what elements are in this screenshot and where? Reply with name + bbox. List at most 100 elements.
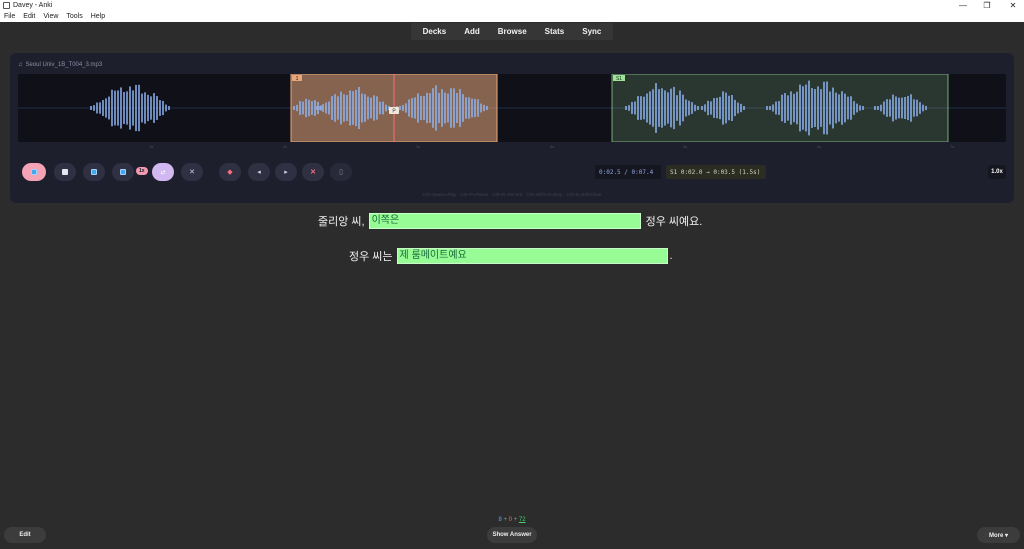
- waveform-bar: [832, 87, 834, 129]
- waveform-svg[interactable]: P 1 S1: [18, 74, 1006, 142]
- toolbar-sync[interactable]: Sync: [574, 27, 609, 36]
- minimize-button[interactable]: —: [954, 0, 972, 11]
- waveform-bar: [471, 98, 473, 118]
- waveform-bar: [305, 98, 307, 118]
- waveform-bar: [486, 106, 488, 110]
- compare-button[interactable]: ⇄: [152, 163, 174, 181]
- waveform-bar: [150, 96, 152, 120]
- card-line-2: 정우 씨는 제 룸메이트예요 .: [349, 248, 673, 264]
- eraser-button[interactable]: ◆: [219, 163, 241, 181]
- menu-view[interactable]: View: [43, 13, 58, 20]
- record-button[interactable]: [112, 163, 134, 181]
- line1-after: 정우 씨예요.: [645, 216, 703, 228]
- waveform-bar: [634, 101, 636, 115]
- maximize-button[interactable]: ❐: [978, 0, 996, 11]
- waveform-bar: [643, 96, 645, 120]
- waveform-bar: [355, 89, 357, 127]
- toolbar-browse[interactable]: Browse: [490, 27, 535, 36]
- waveform-bar: [402, 105, 404, 111]
- loop-icon: [91, 169, 97, 175]
- waveform-bar: [904, 96, 906, 120]
- waveform-bar: [123, 91, 125, 125]
- menu-file[interactable]: File: [4, 13, 15, 20]
- waveform-bar: [898, 97, 900, 119]
- waveform-bar: [820, 89, 822, 127]
- menu-tools[interactable]: Tools: [66, 13, 82, 20]
- waveform-bar: [138, 84, 140, 132]
- waveform-bar: [811, 88, 813, 128]
- prev-segment-button[interactable]: ◂: [248, 163, 270, 181]
- waveform-display[interactable]: P 1 S1: [18, 74, 1006, 142]
- speed-badge[interactable]: 1x: [136, 167, 148, 175]
- waveform-bar: [420, 95, 422, 121]
- waveform-bar: [640, 96, 642, 120]
- more-button[interactable]: More ▾: [977, 527, 1020, 543]
- count-separator: +: [503, 517, 507, 523]
- waveform-bar: [314, 100, 316, 116]
- answer-input-1[interactable]: 이쪽은: [368, 213, 641, 229]
- show-answer-button[interactable]: Show Answer: [487, 527, 537, 543]
- waveform-bar: [743, 106, 745, 110]
- waveform-bar: [631, 101, 633, 115]
- toolbar-stats[interactable]: Stats: [537, 27, 573, 36]
- waveform-bar: [465, 97, 467, 119]
- line2-after: .: [669, 250, 673, 262]
- waveform-bar: [829, 91, 831, 125]
- stop-icon: [62, 169, 68, 175]
- play-button[interactable]: [22, 163, 46, 181]
- waveform-bar: [483, 104, 485, 112]
- loop-button[interactable]: [83, 163, 105, 181]
- playback-rate[interactable]: 1.0x: [988, 165, 1006, 179]
- pause-button[interactable]: ▯: [330, 163, 352, 181]
- waveform-bar: [922, 104, 924, 112]
- waveform-bar: [710, 101, 712, 115]
- waveform-bar: [704, 104, 706, 112]
- waveform-bar: [168, 106, 170, 110]
- waveform-bar: [328, 101, 330, 115]
- menu-edit[interactable]: Edit: [23, 13, 35, 20]
- waveform-bar: [159, 100, 161, 116]
- toolbar-add[interactable]: Add: [456, 27, 488, 36]
- waveform-bar: [438, 92, 440, 124]
- toolbar-decks[interactable]: Decks: [415, 27, 455, 36]
- waveform-bar: [886, 99, 888, 117]
- waveform-bar: [661, 88, 663, 128]
- waveform-bar: [165, 104, 167, 112]
- waveform-bar: [346, 95, 348, 121]
- waveform-bar: [814, 89, 816, 127]
- waveform-bar: [725, 92, 727, 124]
- waveform-bar: [707, 100, 709, 116]
- waveform-bar: [447, 93, 449, 123]
- waveform-bar: [367, 96, 369, 120]
- waveform-bar: [90, 106, 92, 110]
- waveform-bar: [343, 94, 345, 122]
- edit-button[interactable]: Edit: [4, 527, 46, 543]
- waveform-bar: [769, 106, 771, 110]
- answer-input-2[interactable]: 제 룸메이트예요: [396, 248, 668, 264]
- clear-regions-button[interactable]: ✕: [181, 163, 203, 181]
- menu-help[interactable]: Help: [91, 13, 105, 20]
- waveform-bar: [781, 94, 783, 122]
- waveform-bar: [883, 101, 885, 115]
- waveform-bar: [379, 101, 381, 115]
- time-ticks: 1s 2s 3s 4s 5s 6s 7s: [18, 144, 1006, 149]
- delete-segment-button[interactable]: ✕: [302, 163, 324, 181]
- waveform-bar: [895, 96, 897, 120]
- audio-player-panel: ♫ Seoul Univ_1B_T004_3.mp3 P 1 S1 1s 2s 3…: [10, 53, 1014, 203]
- waveform-bar: [874, 106, 876, 110]
- waveform-bar: [694, 104, 696, 112]
- waveform-bar: [731, 94, 733, 122]
- close-window-button[interactable]: ✕: [1004, 0, 1022, 11]
- next-segment-button[interactable]: ▸: [275, 163, 297, 181]
- waveform-bar: [370, 97, 372, 119]
- waveform-bar: [426, 92, 428, 124]
- stop-button[interactable]: [54, 163, 76, 181]
- waveform-bar: [432, 88, 434, 128]
- play-icon: [31, 169, 37, 175]
- waveform-bar: [728, 95, 730, 121]
- waveform-bar: [877, 106, 879, 110]
- waveform-bar: [349, 90, 351, 126]
- compare-icon: ⇄: [160, 169, 166, 176]
- waveform-bar: [480, 103, 482, 113]
- new-count: 8: [498, 517, 502, 523]
